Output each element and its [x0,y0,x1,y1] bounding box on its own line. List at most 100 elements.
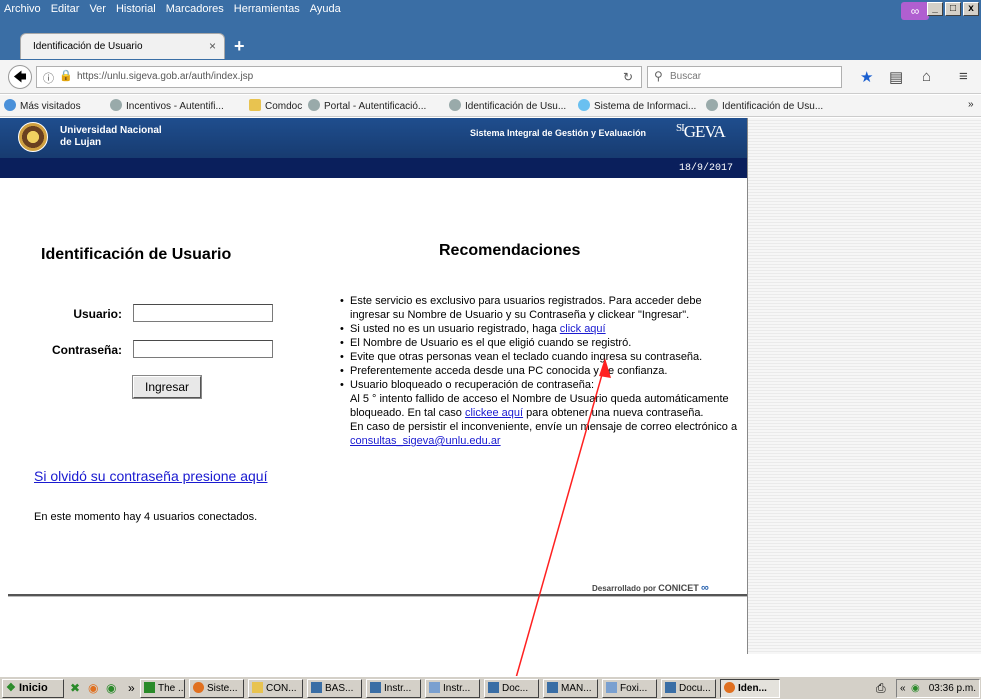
search-input[interactable]: ⚲ Buscar [647,66,842,88]
start-label: Inicio [18,682,48,694]
site-header: Universidad Nacional de Lujan Sistema In… [0,118,747,158]
globe-icon [706,99,718,111]
taskbar-item-label: MAN... [561,683,592,694]
menu-herramientas[interactable]: Herramientas [234,3,300,15]
bookmarks-overflow-icon[interactable]: » [968,99,974,110]
username-field[interactable] [133,304,273,322]
close-window-button[interactable]: x [963,2,979,16]
bookmark-label: Incentivos - Autentifi... [126,101,224,112]
bookmark-comdoc[interactable]: Comdoc [249,99,302,112]
menu-historial[interactable]: Historial [116,3,156,15]
taskbar-item-man[interactable]: MAN... [543,679,598,698]
taskbar-item-label: BAS... [325,683,354,694]
taskbar-item-docu[interactable]: Docu... [661,679,716,698]
taskbar-item-con[interactable]: CON... [248,679,303,698]
username-label: Usuario: [73,307,122,321]
list-item: Evite que otras personas vean el teclado… [340,350,740,364]
search-placeholder: Buscar [670,71,702,82]
menu-ver[interactable]: Ver [89,3,106,15]
window-controls: _ □ x [927,2,979,16]
tray-status-icon[interactable]: ◉ [911,680,920,697]
list-item: Este servicio es exclusivo para usuarios… [340,294,740,322]
bookmark-sistema[interactable]: Sistema de Informaci... [578,99,696,112]
quicklaunch-overflow-icon[interactable]: » [128,681,135,695]
reload-icon[interactable]: ↻ [623,70,633,84]
taskbar-item-label: Doc... [502,683,529,694]
bookmark-label: Sistema de Informaci... [594,101,697,112]
ingresar-button[interactable]: Ingresar [132,375,202,399]
taskbar-item-doc[interactable]: Doc... [484,679,539,698]
folder-icon [249,99,261,111]
taskbar-item-iden[interactable]: Iden... [720,679,780,698]
address-bar[interactable]: ⓘ 🔒 https://unlu.sigeva.gob.ar/auth/inde… [36,66,642,88]
logo-si: SI [676,122,685,134]
quicklaunch-firefox-icon[interactable]: ◉ [88,681,98,695]
password-field[interactable] [133,340,273,358]
register-link[interactable]: click aquí [560,323,606,335]
online-users-text: En este momento hay 4 usuarios conectado… [34,511,258,523]
recommendations-title: Recomendaciones [439,242,581,259]
home-icon[interactable]: ⌂ [922,68,931,85]
quicklaunch-app-icon[interactable]: ✖ [70,681,80,695]
document-icon [488,682,499,693]
info-icon[interactable]: ⓘ [43,70,54,86]
tray-expand-icon[interactable]: « [900,680,906,697]
support-email-link[interactable]: consultas_sigeva@unlu.edu.ar [350,435,501,447]
back-icon[interactable]: 🡄 [8,65,32,89]
unlock-link[interactable]: clickee aquí [465,407,523,419]
recommendation-text: Preferentemente acceda desde una PC cono… [350,365,668,377]
taskbar-item-the[interactable]: The ... [140,679,185,698]
start-button[interactable]: ❖ Inicio [2,679,64,698]
recommendation-text: El Nombre de Usuario es el que eligió cu… [350,337,632,349]
taskbar-item-label: Instr... [443,683,471,694]
forgot-password-link[interactable]: Si olvidó su contraseña presione aquí [34,468,267,484]
taskbar-item-foxi[interactable]: Foxi... [602,679,657,698]
document-icon [370,682,381,693]
menu-bar: Archivo Editar Ver Historial Marcadores … [0,0,981,30]
logo-geva: GEVA [683,122,726,141]
menu-ayuda[interactable]: Ayuda [310,3,341,15]
bookmark-mas-visitados[interactable]: Más visitados [4,99,81,112]
taskbar-item-instr-1[interactable]: Instr... [366,679,421,698]
taskbar-item-label: The ... [158,683,185,694]
menu-hamburger-icon[interactable]: ≡ [959,68,968,85]
firefox-icon [193,682,204,693]
recommendation-text: Si usted no es un usuario registrado, ha… [350,323,560,335]
credit-text: Desarrollado por [592,584,657,593]
new-tab-button[interactable]: + [234,36,245,57]
recommendation-text: para obtener una nueva contraseña. [523,407,704,419]
tab-close-icon[interactable]: × [209,39,216,53]
taskbar-item-instr-2[interactable]: Instr... [425,679,480,698]
menu-editar[interactable]: Editar [51,3,80,15]
taskbar-item-bas[interactable]: BAS... [307,679,362,698]
list-item: El Nombre de Usuario es el que eligió cu… [340,336,740,350]
footer-credit: Desarrollado por CONICET ∞ [592,582,709,594]
minimize-button[interactable]: _ [927,2,943,16]
system-name: Sistema Integral de Gestión y Evaluación [470,128,647,138]
bookmark-identificacion-1[interactable]: Identificación de Usu... [449,99,566,112]
folder-icon [252,682,263,693]
star-icon[interactable]: ★ [860,68,873,86]
bookmark-portal[interactable]: Portal - Autentificació... [308,99,426,112]
bookmark-incentivos[interactable]: Incentivos - Autentifi... [110,99,224,112]
bookmark-label: Identificación de Usu... [465,101,567,112]
university-line-2: de Lujan [60,137,102,148]
lock-icon[interactable]: 🔒 [59,69,73,82]
footer-divider [8,594,747,597]
tab-identificacion[interactable]: Identificación de Usuario × [20,33,225,59]
bookmark-identificacion-2[interactable]: Identificación de Usu... [706,99,823,112]
quicklaunch-browser-icon[interactable]: ◉ [106,681,116,695]
reading-list-icon[interactable]: ▤ [889,68,903,86]
menu-archivo[interactable]: Archivo [4,3,41,15]
printer-icon[interactable]: ⎙ [876,681,886,696]
pen-icon [429,682,440,693]
date-bar: 18/9/2017 [0,158,747,178]
maximize-button[interactable]: □ [945,2,961,16]
mask-icon[interactable]: ∞ [901,2,929,20]
conicet-logo: CONICET [658,583,699,593]
screen: Archivo Editar Ver Historial Marcadores … [0,0,981,699]
taskbar-item-siste[interactable]: Siste... [189,679,244,698]
system-tray: « ◉ 03:36 p.m. [896,679,980,698]
menu-marcadores[interactable]: Marcadores [166,3,224,15]
url-text[interactable]: https://unlu.sigeva.gob.ar/auth/index.js… [77,71,253,82]
